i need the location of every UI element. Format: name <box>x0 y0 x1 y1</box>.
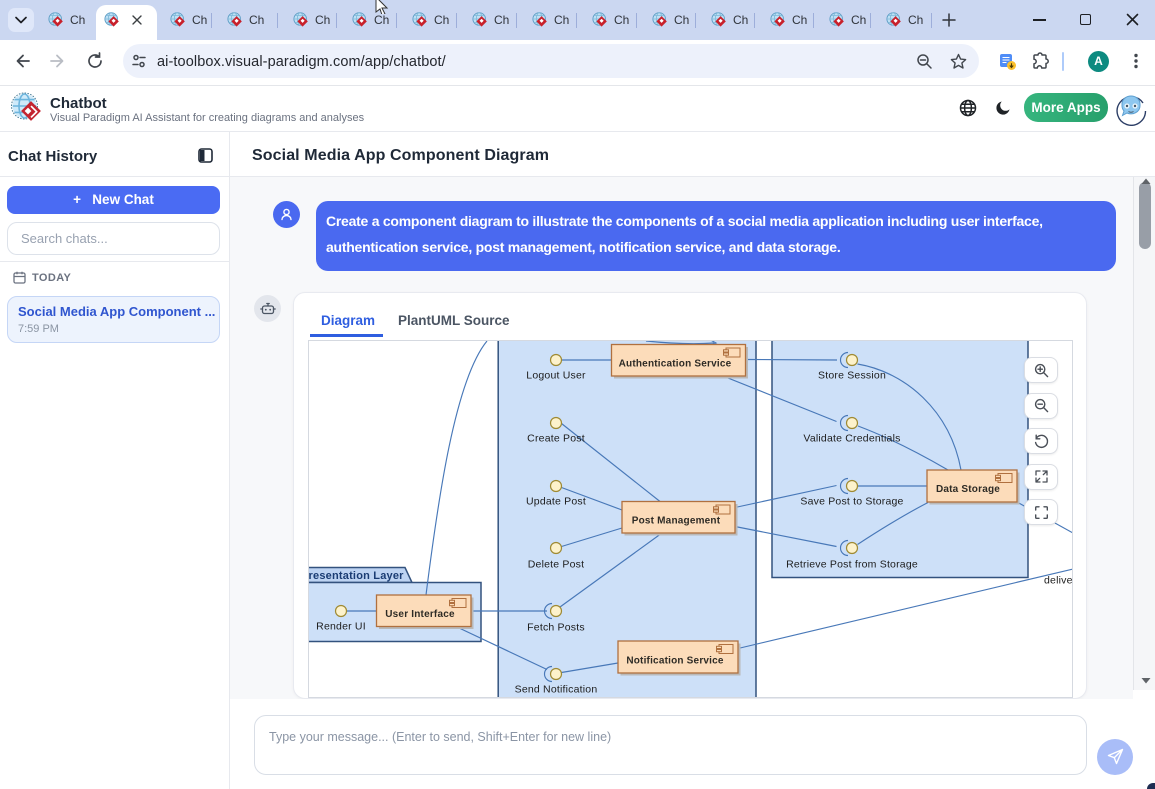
svg-text:Fetch Posts: Fetch Posts <box>527 622 585 634</box>
svg-text:Data Storage: Data Storage <box>936 484 1000 495</box>
svg-text:Notification Service: Notification Service <box>626 656 724 667</box>
svg-text:Delete Post: Delete Post <box>528 559 584 571</box>
svg-text:User Interface: User Interface <box>385 609 455 620</box>
svg-text:Render UI: Render UI <box>316 621 366 633</box>
svg-text:Save Post to Storage: Save Post to Storage <box>800 496 903 508</box>
svg-text:Retrieve Post from Storage: Retrieve Post from Storage <box>786 559 918 571</box>
svg-text:Send Notification: Send Notification <box>515 684 598 696</box>
svg-text:Create Post: Create Post <box>527 433 585 445</box>
svg-text:Logout User: Logout User <box>526 370 586 382</box>
svg-text:Authentication Service: Authentication Service <box>619 359 732 370</box>
svg-text:Validate Credentials: Validate Credentials <box>803 433 900 445</box>
svg-text:Update Post: Update Post <box>526 496 586 508</box>
svg-text:delivers notification: delivers notification <box>1044 575 1073 587</box>
svg-text:Post Management: Post Management <box>632 516 721 527</box>
svg-text:Store Session: Store Session <box>818 370 886 382</box>
svg-text:Presentation Layer: Presentation Layer <box>308 570 404 582</box>
